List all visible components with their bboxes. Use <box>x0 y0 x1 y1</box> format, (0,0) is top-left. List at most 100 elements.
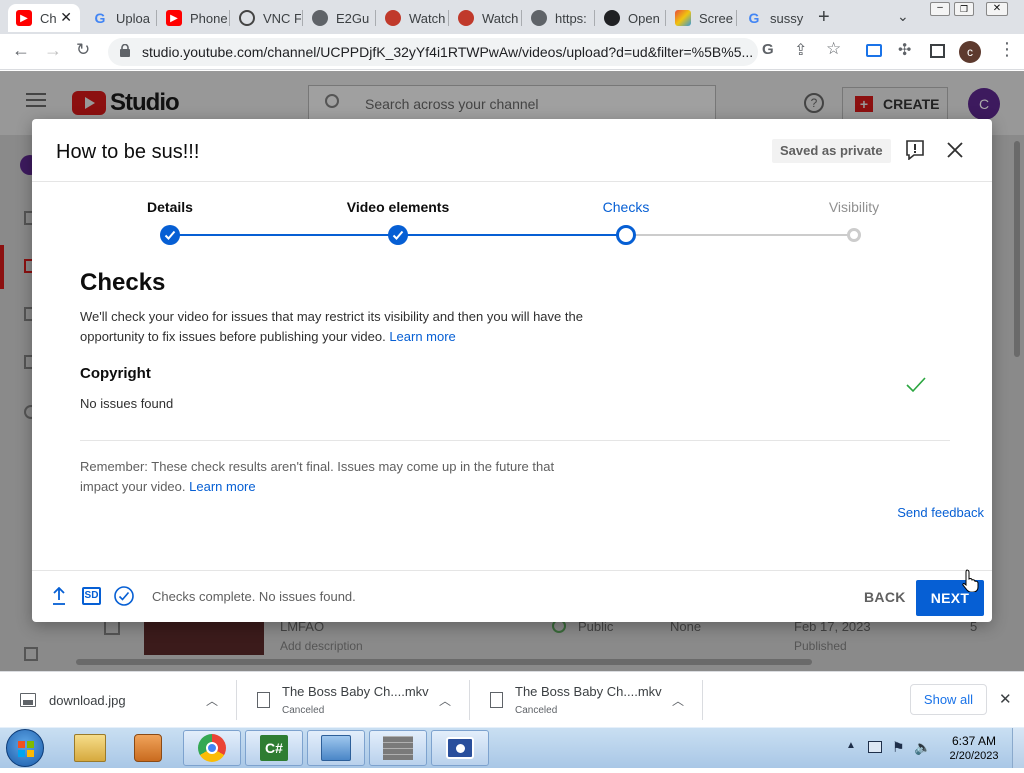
side-panel-icon[interactable] <box>930 44 945 58</box>
send-feedback-link[interactable]: Send feedback <box>897 505 984 520</box>
show-all-button[interactable]: Show all <box>910 684 987 715</box>
learn-more-results-link[interactable]: Learn more <box>189 479 255 494</box>
tab-watch-1[interactable]: Watch <box>377 4 447 32</box>
taskbar-control-panel[interactable] <box>307 730 365 766</box>
tab-label: Uploa <box>116 10 150 26</box>
tab-label: https: <box>555 10 587 26</box>
close-downloads-icon[interactable]: ✕ <box>999 690 1012 708</box>
channel-avatar[interactable]: C <box>968 88 1000 120</box>
taskbar-firewall[interactable] <box>369 730 427 766</box>
back-button[interactable]: BACK <box>864 589 906 605</box>
download-divider <box>702 680 703 720</box>
step-checks-current-dot[interactable] <box>616 225 636 245</box>
download-item[interactable]: The Boss Baby Ch....mkv Canceled ︿ <box>470 672 702 728</box>
tab-divider <box>448 10 449 26</box>
video-thumbnail[interactable] <box>144 621 264 655</box>
tab-vnc[interactable]: VNC F <box>231 4 301 32</box>
clock-date[interactable]: 2/20/2023 <box>944 750 1004 762</box>
step-visibility-label[interactable]: Visibility <box>829 199 879 215</box>
tab-phone[interactable]: ▶ Phone <box>158 4 228 32</box>
tab-sussy[interactable]: G sussy <box>738 4 808 32</box>
download-options-chevron-icon[interactable]: ︿ <box>439 692 451 709</box>
intro-line-2: opportunity to fix issues before publish… <box>80 329 386 344</box>
step-visibility-pending-dot[interactable] <box>847 228 861 242</box>
back-arrow-icon[interactable]: ← <box>12 40 30 61</box>
hamburger-menu-icon[interactable] <box>26 93 46 107</box>
create-video-icon: + <box>855 96 873 112</box>
tab-watch-2[interactable]: Watch <box>450 4 520 32</box>
volume-icon[interactable]: 🔈 <box>914 739 931 756</box>
tab-upload[interactable]: G Uploa <box>84 4 154 32</box>
share-icon[interactable]: ⇪ <box>794 40 807 60</box>
channel-search-input[interactable]: Search across your channel <box>308 85 716 121</box>
copyright-check-icon <box>906 377 926 398</box>
taskbar-csharp-app[interactable]: C# <box>245 730 303 766</box>
address-bar[interactable]: studio.youtube.com/channel/UCPPDjfK_32yY… <box>108 38 758 66</box>
create-button[interactable]: + CREATE <box>842 87 948 121</box>
step-details-check-icon[interactable] <box>160 225 180 245</box>
network-icon[interactable] <box>868 741 882 753</box>
close-dialog-icon[interactable] <box>946 141 964 164</box>
new-tab-icon[interactable]: + <box>818 6 830 29</box>
show-hidden-icons-icon[interactable]: ▲ <box>846 740 856 751</box>
minimize-icon[interactable]: – <box>930 2 950 16</box>
step-video-elements-check-icon[interactable] <box>388 225 408 245</box>
show-desktop-button[interactable] <box>1012 728 1024 768</box>
close-window-icon[interactable]: ✕ <box>986 2 1008 16</box>
file-explorer-icon[interactable] <box>74 734 106 762</box>
tab-screencast[interactable]: Scree <box>667 4 735 32</box>
extensions-puzzle-icon[interactable]: ✣ <box>898 40 911 60</box>
step-checks-label[interactable]: Checks <box>603 199 650 215</box>
horizontal-scrollbar[interactable] <box>76 659 812 665</box>
lock-icon <box>120 43 130 57</box>
step-video-elements-label[interactable]: Video elements <box>347 199 449 215</box>
download-item[interactable]: download.jpg ︿ <box>0 672 236 728</box>
start-button[interactable] <box>6 729 44 767</box>
learn-more-link[interactable]: Learn more <box>389 329 455 344</box>
tab-https[interactable]: https: <box>523 4 593 32</box>
google-lens-icon[interactable]: G <box>762 41 774 58</box>
vertical-scrollbar[interactable] <box>1014 141 1020 357</box>
copyright-status: No issues found <box>80 396 174 411</box>
remember-line-1: Remember: These check results aren't fin… <box>80 459 555 474</box>
action-center-flag-icon[interactable]: ⚑ <box>892 739 905 756</box>
search-icon <box>325 94 339 108</box>
download-options-chevron-icon[interactable]: ︿ <box>672 692 684 709</box>
menu-kebab-icon[interactable]: ⋮ <box>998 39 1016 60</box>
windows-taskbar: C# ▲ ⚑ 🔈 6:37 AM 2/20/2023 <box>0 727 1024 768</box>
cast-extension-icon[interactable] <box>866 44 882 57</box>
sd-quality-icon: SD <box>82 587 101 605</box>
tab-search-chevron-icon[interactable]: ⌄ <box>897 8 909 25</box>
video-status: Published <box>794 639 847 653</box>
film-icon <box>458 10 474 26</box>
tab-label: Phone <box>190 10 228 26</box>
tab-divider <box>736 10 737 26</box>
close-tab-icon[interactable]: ✕ <box>60 9 72 26</box>
reload-icon[interactable]: ↻ <box>76 40 90 60</box>
bookmark-star-icon[interactable]: ☆ <box>826 39 841 59</box>
footer-status-text: Checks complete. No issues found. <box>152 589 356 604</box>
media-player-icon[interactable] <box>134 734 162 762</box>
profile-avatar[interactable]: c <box>959 41 981 63</box>
search-placeholder: Search across your channel <box>365 96 539 112</box>
taskbar-chrome[interactable] <box>183 730 241 766</box>
clock-time[interactable]: 6:37 AM <box>950 734 998 748</box>
download-item[interactable]: The Boss Baby Ch....mkv Canceled ︿ <box>237 672 469 728</box>
youtube-logo-icon[interactable] <box>72 91 106 115</box>
help-icon[interactable]: ? <box>804 93 824 113</box>
file-icon <box>257 692 270 708</box>
report-issue-icon[interactable] <box>906 140 924 165</box>
tab-e2gu[interactable]: E2Gu <box>304 4 374 32</box>
copyright-check-row: Copyright No issues found <box>80 365 950 441</box>
tab-open[interactable]: Open <box>596 4 664 32</box>
feedback-icon[interactable] <box>24 647 38 661</box>
taskbar-screencast[interactable] <box>431 730 489 766</box>
download-options-chevron-icon[interactable]: ︿ <box>206 692 218 709</box>
restore-icon[interactable]: ❐ <box>954 2 974 16</box>
download-filename: The Boss Baby Ch....mkv <box>515 684 662 699</box>
forward-arrow-icon[interactable]: → <box>44 40 62 61</box>
tab-channel-content[interactable]: ▶ Ch ✕ <box>8 4 80 32</box>
step-details-label[interactable]: Details <box>147 199 193 215</box>
tab-label: E2Gu <box>336 10 370 26</box>
remember-note: Remember: These check results aren't fin… <box>80 457 580 497</box>
